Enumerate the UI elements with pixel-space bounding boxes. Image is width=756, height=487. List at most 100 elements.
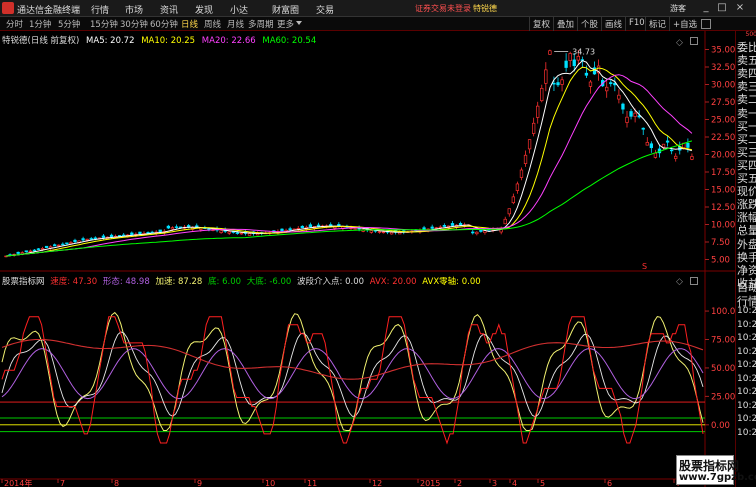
period-monthly[interactable]: 月线 [227, 18, 244, 30]
date-tick-label: 6 [607, 479, 612, 487]
date-tick-label: 8 [114, 479, 119, 487]
high-price-label: 34.73 [572, 47, 595, 56]
candle-body [138, 231, 142, 235]
huaxian-button[interactable]: 画线 [601, 17, 625, 31]
candle-body [645, 142, 649, 146]
candle-body [450, 223, 455, 226]
candle-body [649, 143, 654, 149]
period-15min[interactable]: 15分钟 [90, 18, 118, 30]
gegu-button[interactable]: 个股 [577, 17, 601, 31]
date-tick-label: 4 [512, 479, 517, 487]
diejia-button[interactable]: 叠加 [553, 17, 577, 31]
menu-jiaoyi[interactable]: 交易 [316, 3, 334, 16]
candle-body [560, 79, 564, 85]
indicator-di: 底: 6.00 [208, 277, 242, 287]
panel-tick-item: 10:26 [737, 387, 756, 397]
period-multi[interactable]: 多周期 [248, 18, 274, 30]
candle-body [69, 242, 73, 245]
price-tick-label: 17.50 [711, 168, 735, 178]
panel-tick-item: 10:26 [737, 319, 756, 330]
app-logo-icon [2, 2, 14, 14]
ind-tick-label: 100.0 [711, 307, 735, 317]
period-toolbar: 分时 1分钟 5分钟 15分钟 30分钟 60分钟 日线 周线 月线 多周期 更… [0, 17, 756, 31]
period-fenshi[interactable]: 分时 [6, 18, 23, 30]
indicator-sudu: 速度: 47.30 [50, 277, 98, 287]
signal-marker: S [642, 262, 647, 271]
candle-body [564, 60, 568, 68]
kline-chart[interactable]: 35.0032.5030.0027.5025.0022.5020.0017.50… [0, 31, 735, 487]
candle-body [629, 111, 633, 117]
candle-body [300, 225, 304, 229]
period-daily[interactable]: 日线 [181, 18, 198, 30]
candle-body [353, 228, 357, 230]
panel-tick-item: 10:26 [737, 360, 756, 370]
candle-body [158, 229, 162, 232]
candle-body [661, 143, 666, 148]
period-30min[interactable]: 30分钟 [120, 18, 148, 30]
guest-label[interactable]: 游客 [670, 3, 686, 14]
ind-tick-label: 50.00 [711, 364, 735, 374]
period-60min[interactable]: 60分钟 [150, 18, 178, 30]
candle-body [207, 228, 211, 230]
candle-body [605, 86, 609, 92]
candle-body [377, 231, 382, 233]
candle-body [540, 87, 544, 102]
candle-body [288, 228, 292, 230]
menu-shichang[interactable]: 市场 [125, 3, 143, 16]
candle-body [227, 231, 231, 234]
layout-icon[interactable] [701, 19, 711, 29]
candle-body [686, 142, 690, 148]
watermark-url: www.7gpzb.com [679, 472, 756, 483]
menu-faxian[interactable]: 发现 [195, 3, 213, 16]
ma-lines [5, 60, 693, 257]
date-tick-label: 11 [307, 479, 317, 487]
candle-body [548, 50, 552, 55]
period-more[interactable]: 更多 [277, 18, 294, 30]
period-weekly[interactable]: 周线 [204, 18, 221, 30]
login-status[interactable]: 证券交易未登录 [415, 3, 471, 14]
menu-zixun[interactable]: 资讯 [160, 3, 178, 16]
menu-caifuquan[interactable]: 财富圈 [272, 3, 299, 16]
candle-body [552, 82, 556, 85]
price-tick-label: 5.00 [711, 256, 730, 266]
period-1min[interactable]: 1分钟 [29, 18, 51, 30]
xingtai-line [1, 331, 704, 418]
date-tick-label: 10 [265, 479, 275, 487]
candle-body [430, 226, 434, 229]
candle-body [44, 245, 49, 248]
candle-body [625, 116, 629, 123]
candle-body [280, 228, 284, 232]
candle-body [665, 140, 670, 143]
candle-body [85, 238, 89, 241]
price-tick-label: 12.50 [711, 203, 735, 213]
candle-body [389, 231, 394, 235]
ind-tick-label: 75.00 [711, 336, 735, 346]
date-tick-label: 12 [372, 479, 382, 487]
fuquan-button[interactable]: 复权 [529, 17, 553, 31]
candle-body [422, 227, 426, 231]
candle-body [523, 154, 528, 164]
menu-xiaoda[interactable]: 小达 [230, 3, 248, 16]
date-tick-label: 9 [197, 479, 202, 487]
more-arrow-icon[interactable] [296, 21, 302, 25]
menu-bar: 通达信金融终端 行情 市场 资讯 发现 小达 财富圈 交易 证券交易未登录 特锐… [0, 0, 756, 17]
candle-body [65, 242, 69, 245]
add-favorite-button[interactable]: +自选 [669, 17, 700, 31]
candle-body [247, 233, 252, 236]
minimize-icon[interactable]: _ [700, 2, 712, 14]
maximize-icon[interactable]: □ [716, 2, 728, 14]
candle-body [235, 232, 240, 234]
menu-hangqing[interactable]: 行情 [91, 3, 109, 16]
candle-body [239, 232, 244, 235]
candle-body [57, 244, 61, 247]
candle-body [166, 225, 171, 229]
biaoji-button[interactable]: 标记 [645, 17, 669, 31]
price-tick-label: 10.00 [711, 221, 735, 231]
indicator-avx: AVX: 20.00 [369, 277, 417, 287]
period-5min[interactable]: 5分钟 [58, 18, 80, 30]
close-icon[interactable]: × [734, 2, 746, 14]
candle-body [24, 250, 28, 253]
quote-side-panel: 500 委比 卖五 卖四 卖三 卖二 卖一 买一 买二 买三 买四 买五 现价 涨跌 涨幅 总量 外盘 换手 净资收… [735, 31, 756, 487]
candle-body [122, 234, 126, 237]
panel-top-label: 500 [745, 31, 756, 38]
